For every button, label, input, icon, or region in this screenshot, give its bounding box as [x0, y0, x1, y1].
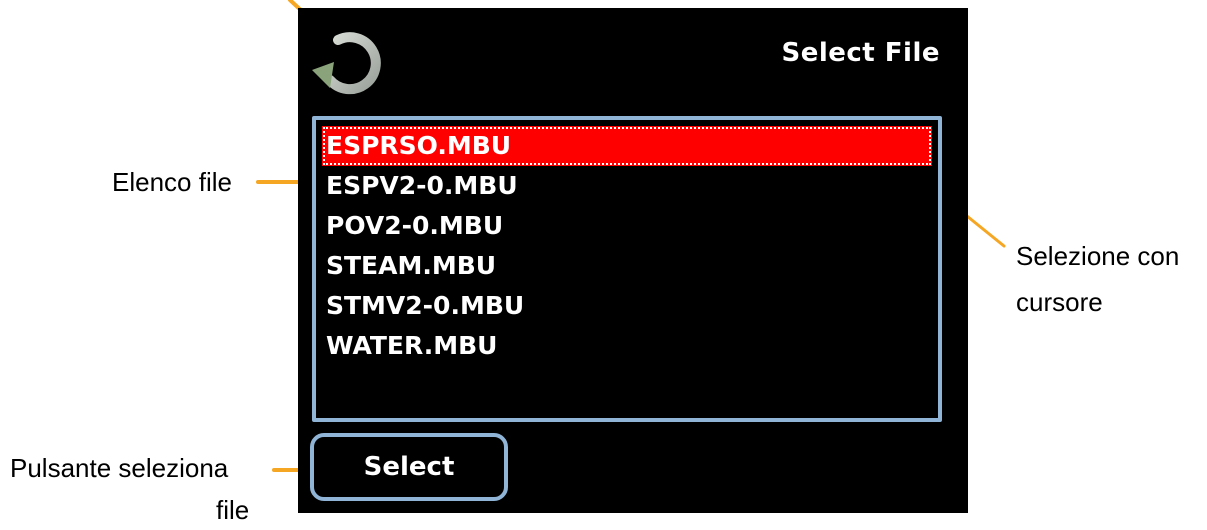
file-item[interactable]: WATER.MBU — [322, 326, 932, 366]
refresh-back-icon — [312, 32, 381, 95]
file-list[interactable]: ESPRSO.MBU ESPV2-0.MBU POV2-0.MBU STEAM.… — [312, 116, 942, 422]
callout-cursor-line1: Selezione con — [1016, 241, 1180, 271]
file-item[interactable]: POV2-0.MBU — [322, 206, 932, 246]
file-item[interactable]: STMV2-0.MBU — [322, 286, 932, 326]
device-screen: Select File ESPRSO.MBU ESPV2-0.MBU POV2-… — [298, 8, 968, 513]
file-item-selected[interactable]: ESPRSO.MBU — [322, 126, 932, 166]
callout-select-line2: file — [216, 495, 250, 525]
file-item[interactable]: ESPV2-0.MBU — [322, 166, 932, 206]
callout-select-line1: Pulsante seleziona — [10, 453, 229, 483]
callout-file-list: Elenco file — [112, 167, 232, 197]
select-button[interactable]: Select — [310, 433, 508, 501]
callout-cursor-line2: cursore — [1016, 287, 1103, 317]
back-button[interactable] — [308, 22, 392, 106]
screen-title: Select File — [781, 38, 940, 68]
file-item[interactable]: STEAM.MBU — [322, 246, 932, 286]
